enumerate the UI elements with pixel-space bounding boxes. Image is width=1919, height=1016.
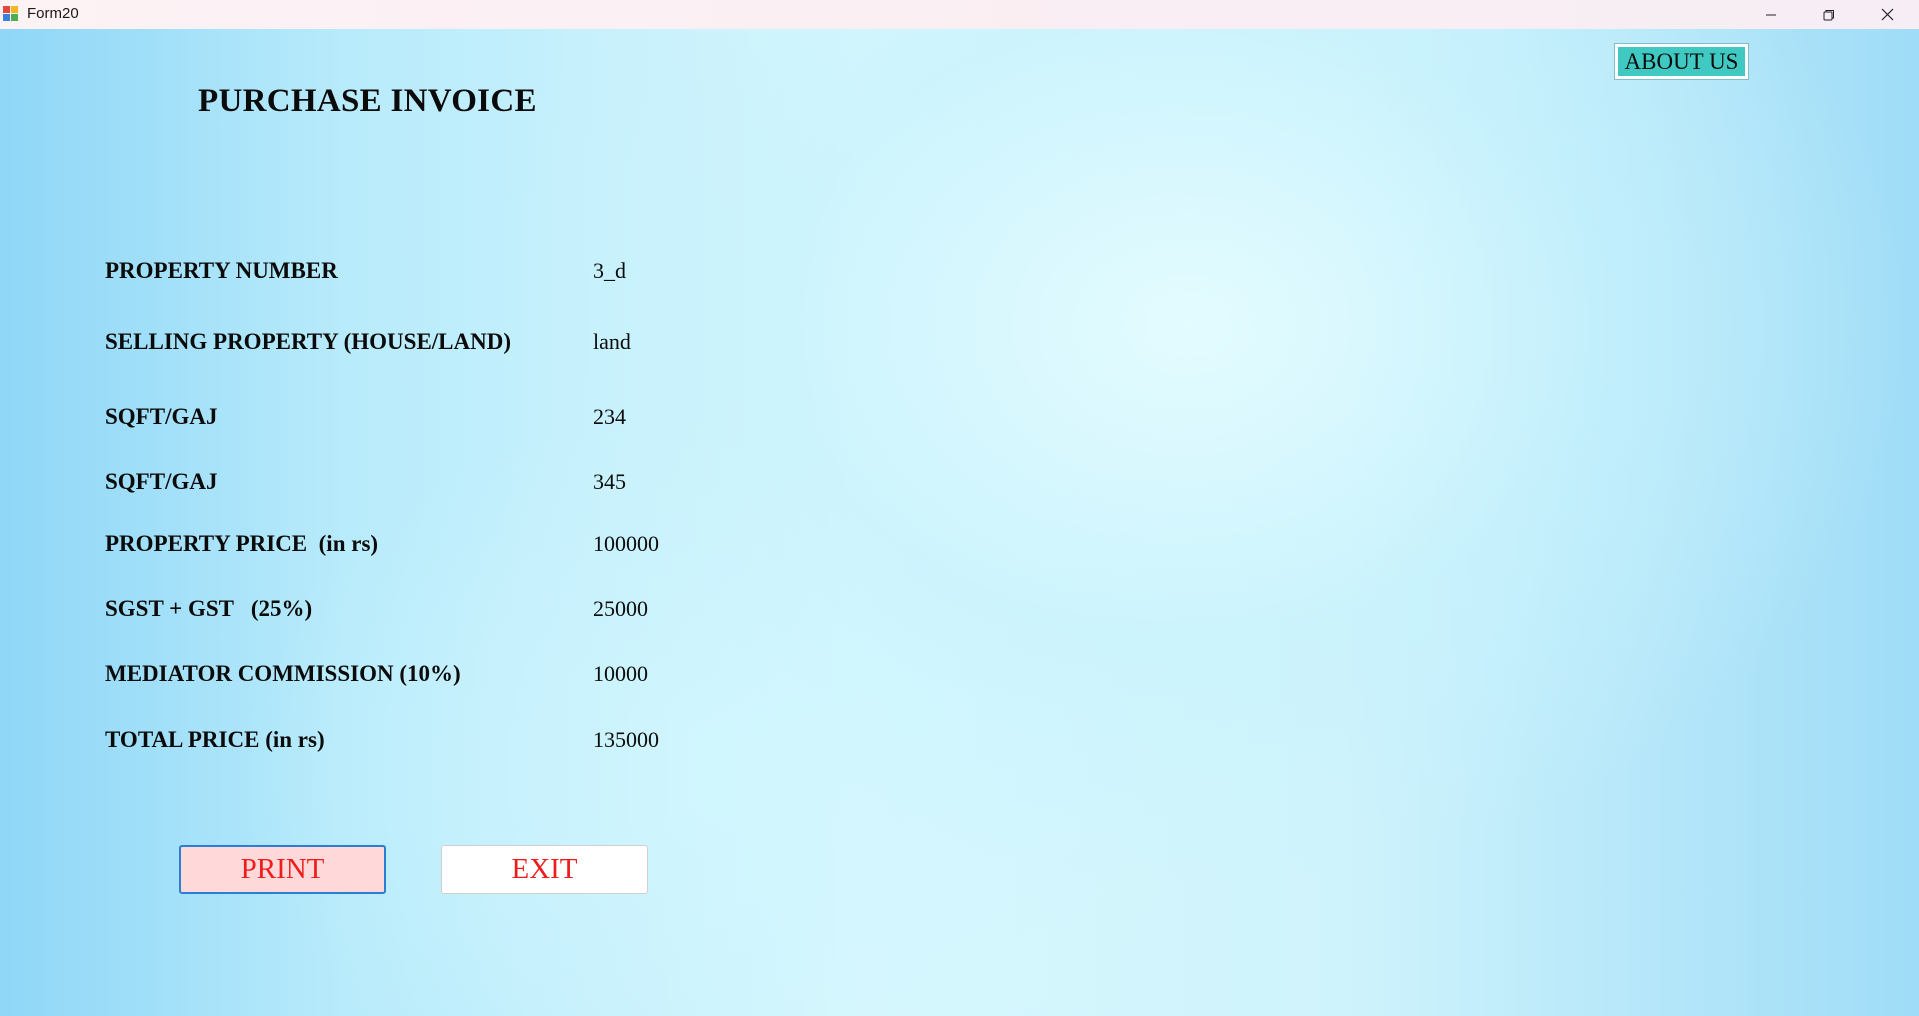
print-button[interactable]: PRINT [179, 845, 386, 894]
selling-property-label: SELLING PROPERTY (HOUSE/LAND) [105, 329, 512, 354]
sqft-gaj-label-2: SQFT/GAJ [105, 469, 218, 494]
sqft-gaj-value-1: 234 [593, 404, 626, 429]
mediator-commission-label: MEDIATOR COMMISSION (10%) [105, 661, 461, 686]
sqft-gaj-value-2: 345 [593, 469, 626, 494]
page-title: PURCHASE INVOICE [198, 83, 537, 119]
property-price-value: 100000 [593, 531, 659, 556]
mediator-commission-value: 10000 [593, 661, 648, 686]
property-price-label: PROPERTY PRICE (in rs) [105, 531, 379, 556]
minimize-button[interactable] [1742, 0, 1800, 29]
close-icon [1881, 8, 1893, 21]
exit-button[interactable]: EXIT [441, 845, 648, 894]
form-client-area: PURCHASE INVOICE ABOUT US PROPERTY NUMBE… [0, 29, 1919, 1016]
property-number-value: 3_d [593, 258, 626, 283]
close-button[interactable] [1858, 0, 1916, 29]
app-icon [3, 6, 19, 22]
property-number-label: PROPERTY NUMBER [105, 258, 338, 283]
selling-property-value: land [593, 329, 631, 354]
total-price-value: 135000 [593, 727, 659, 752]
restore-icon [1823, 9, 1834, 20]
window-title: Form20 [27, 5, 79, 22]
restore-button[interactable] [1800, 0, 1858, 29]
sqft-gaj-label-1: SQFT/GAJ [105, 404, 218, 429]
form20-window: Form20 PURCHASE INVOICE ABOUT US PROPERT… [0, 0, 1919, 1016]
gst-label: SGST + GST (25%) [105, 596, 313, 621]
minimize-icon [1766, 14, 1776, 15]
title-bar: Form20 [0, 0, 1919, 29]
about-us-button[interactable]: ABOUT US [1614, 43, 1749, 80]
gst-value: 25000 [593, 596, 648, 621]
total-price-label: TOTAL PRICE (in rs) [105, 727, 325, 752]
